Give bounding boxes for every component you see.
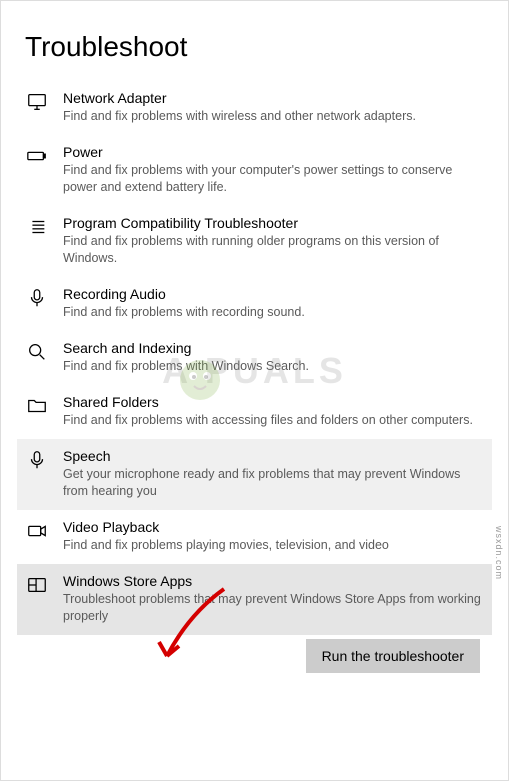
search-icon	[25, 340, 49, 364]
item-title: Power	[63, 143, 484, 161]
item-title: Shared Folders	[63, 393, 484, 411]
item-desc: Find and fix problems with recording sou…	[63, 304, 484, 321]
item-title: Network Adapter	[63, 89, 484, 107]
list-icon	[25, 215, 49, 239]
apps-icon	[25, 573, 49, 597]
item-desc: Find and fix problems with wireless and …	[63, 108, 484, 125]
battery-icon	[25, 144, 49, 168]
microphone-icon	[25, 286, 49, 310]
item-desc: Find and fix problems with Windows Searc…	[63, 358, 484, 375]
troubleshoot-item-program-compatibility[interactable]: Program Compatibility Troubleshooter Fin…	[17, 206, 492, 277]
troubleshoot-item-power[interactable]: Power Find and fix problems with your co…	[17, 135, 492, 206]
microphone-icon	[25, 448, 49, 472]
troubleshoot-item-speech[interactable]: Speech Get your microphone ready and fix…	[17, 439, 492, 510]
item-title: Recording Audio	[63, 285, 484, 303]
item-desc: Get your microphone ready and fix proble…	[63, 466, 484, 500]
item-desc: Find and fix problems playing movies, te…	[63, 537, 484, 554]
folder-icon	[25, 394, 49, 418]
item-title: Program Compatibility Troubleshooter	[63, 214, 484, 232]
item-desc: Find and fix problems with accessing fil…	[63, 412, 484, 429]
video-icon	[25, 519, 49, 543]
item-desc: Find and fix problems with your computer…	[63, 162, 484, 196]
item-desc: Troubleshoot problems that may prevent W…	[63, 591, 484, 625]
troubleshoot-item-recording-audio[interactable]: Recording Audio Find and fix problems wi…	[17, 277, 492, 331]
item-title: Video Playback	[63, 518, 484, 536]
item-desc: Find and fix problems with running older…	[63, 233, 484, 267]
troubleshoot-item-network-adapter[interactable]: Network Adapter Find and fix problems wi…	[17, 81, 492, 135]
troubleshoot-item-video-playback[interactable]: Video Playback Find and fix problems pla…	[17, 510, 492, 564]
run-troubleshooter-button[interactable]: Run the troubleshooter	[306, 639, 480, 673]
item-title: Speech	[63, 447, 484, 465]
troubleshoot-item-windows-store-apps[interactable]: Windows Store Apps Troubleshoot problems…	[17, 564, 492, 635]
troubleshoot-item-shared-folders[interactable]: Shared Folders Find and fix problems wit…	[17, 385, 492, 439]
troubleshoot-item-search-indexing[interactable]: Search and Indexing Find and fix problem…	[17, 331, 492, 385]
item-title: Search and Indexing	[63, 339, 484, 357]
page-title: Troubleshoot	[25, 31, 484, 63]
monitor-icon	[25, 90, 49, 114]
credit-text: wsxdn.com	[494, 526, 504, 580]
item-title: Windows Store Apps	[63, 572, 484, 590]
